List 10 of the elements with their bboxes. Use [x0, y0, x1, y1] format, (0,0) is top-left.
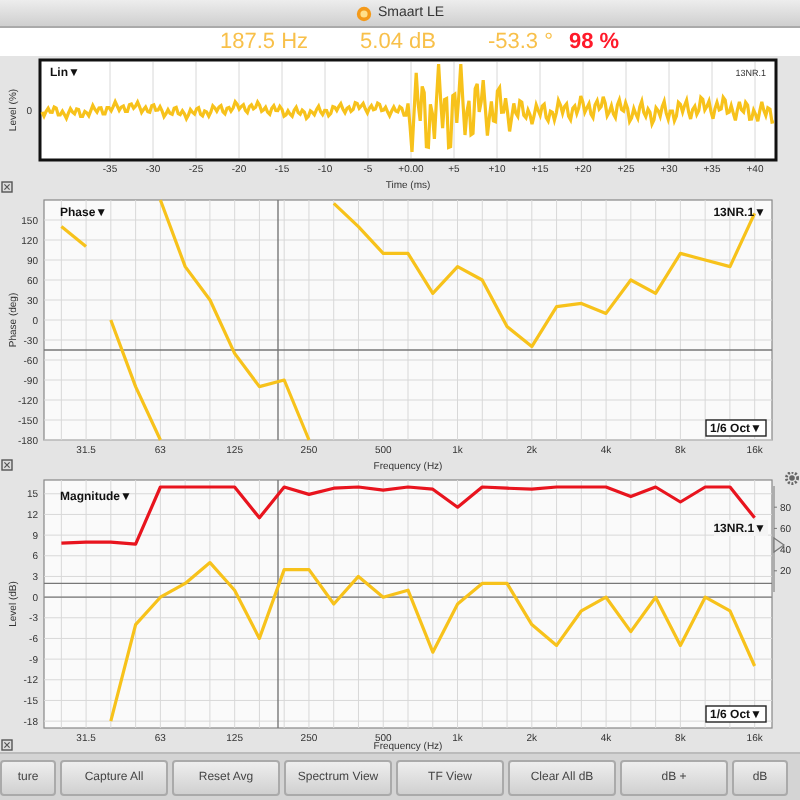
- axis-line: [773, 485, 778, 593]
- square-icon[interactable]: [1, 459, 13, 471]
- square-icon[interactable]: [1, 739, 13, 751]
- app-icon: [355, 5, 372, 21]
- readout-value: -53.3 °: [487, 30, 553, 54]
- square-icon[interactable]: [1, 181, 13, 193]
- readout-value: 187.5 Hz: [220, 30, 309, 54]
- readout-value: 5.04 dB: [360, 30, 436, 54]
- readout-value: 98 %: [568, 30, 620, 54]
- settings-icon[interactable]: [785, 472, 799, 485]
